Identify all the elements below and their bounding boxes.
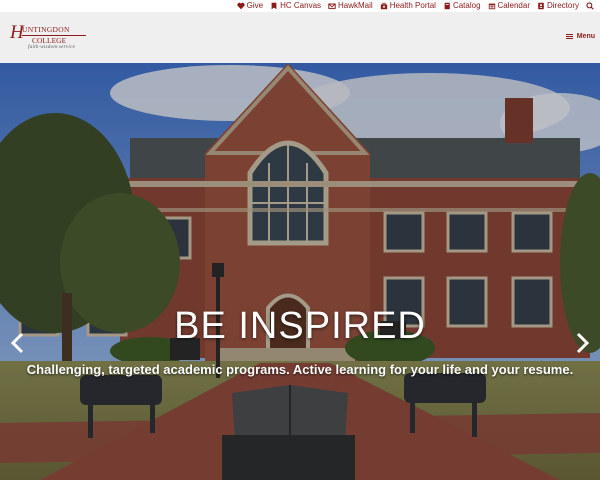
logo-name-bottom: COLLEGE bbox=[32, 36, 67, 45]
next-slide-button[interactable] bbox=[571, 331, 593, 355]
logo-tagline: faith·wisdom·service bbox=[28, 45, 76, 50]
catalog-link[interactable]: Catalog bbox=[443, 0, 481, 12]
hero-subheadline: Challenging, targeted academic programs.… bbox=[26, 362, 574, 377]
medical-kit-icon bbox=[380, 2, 387, 10]
menu-label: Menu bbox=[576, 33, 595, 40]
menu-button[interactable]: Menu bbox=[565, 33, 595, 40]
hc-canvas-link[interactable]: HC Canvas bbox=[270, 0, 321, 12]
hero-headline: BE INSPIRED bbox=[174, 305, 426, 347]
calendar-label: Calendar bbox=[497, 1, 530, 10]
book-icon bbox=[444, 2, 450, 10]
envelope-icon bbox=[328, 3, 336, 9]
utility-bar: Give HC Canvas HawkMail Health Portal Ca… bbox=[0, 0, 600, 12]
campus-building-photo bbox=[0, 63, 600, 480]
hawkmail-label: HawkMail bbox=[338, 1, 373, 10]
catalog-label: Catalog bbox=[452, 1, 481, 10]
search-button[interactable] bbox=[586, 2, 594, 10]
previous-slide-button[interactable] bbox=[7, 331, 29, 355]
heart-icon bbox=[237, 2, 245, 10]
huntingdon-college-logo[interactable]: H UNTINGDON COLLEGE faith·wisdom·service bbox=[10, 23, 88, 51]
hamburger-icon bbox=[565, 33, 573, 40]
calendar-link[interactable]: Calendar bbox=[488, 0, 530, 12]
health-portal-label: Health Portal bbox=[389, 1, 436, 10]
calendar-icon bbox=[488, 3, 495, 10]
hero-slider: BE INSPIRED Challenging, targeted academ… bbox=[0, 63, 600, 480]
directory-link[interactable]: Directory bbox=[537, 0, 579, 12]
utility-links: Give HC Canvas HawkMail Health Portal Ca… bbox=[237, 0, 594, 12]
search-icon bbox=[586, 2, 594, 10]
give-link[interactable]: Give bbox=[237, 0, 263, 12]
give-label: Give bbox=[246, 1, 264, 10]
bookmark-icon bbox=[271, 2, 277, 10]
address-book-icon bbox=[538, 2, 544, 10]
chevron-right-icon bbox=[576, 332, 590, 354]
hc-canvas-label: HC Canvas bbox=[280, 1, 322, 10]
chevron-left-icon bbox=[10, 332, 24, 354]
hawkmail-link[interactable]: HawkMail bbox=[328, 0, 373, 12]
health-portal-link[interactable]: Health Portal bbox=[380, 0, 436, 12]
logo-name-top: UNTINGDON bbox=[22, 25, 70, 34]
directory-label: Directory bbox=[546, 1, 579, 10]
site-header: H UNTINGDON COLLEGE faith·wisdom·service… bbox=[0, 12, 600, 63]
